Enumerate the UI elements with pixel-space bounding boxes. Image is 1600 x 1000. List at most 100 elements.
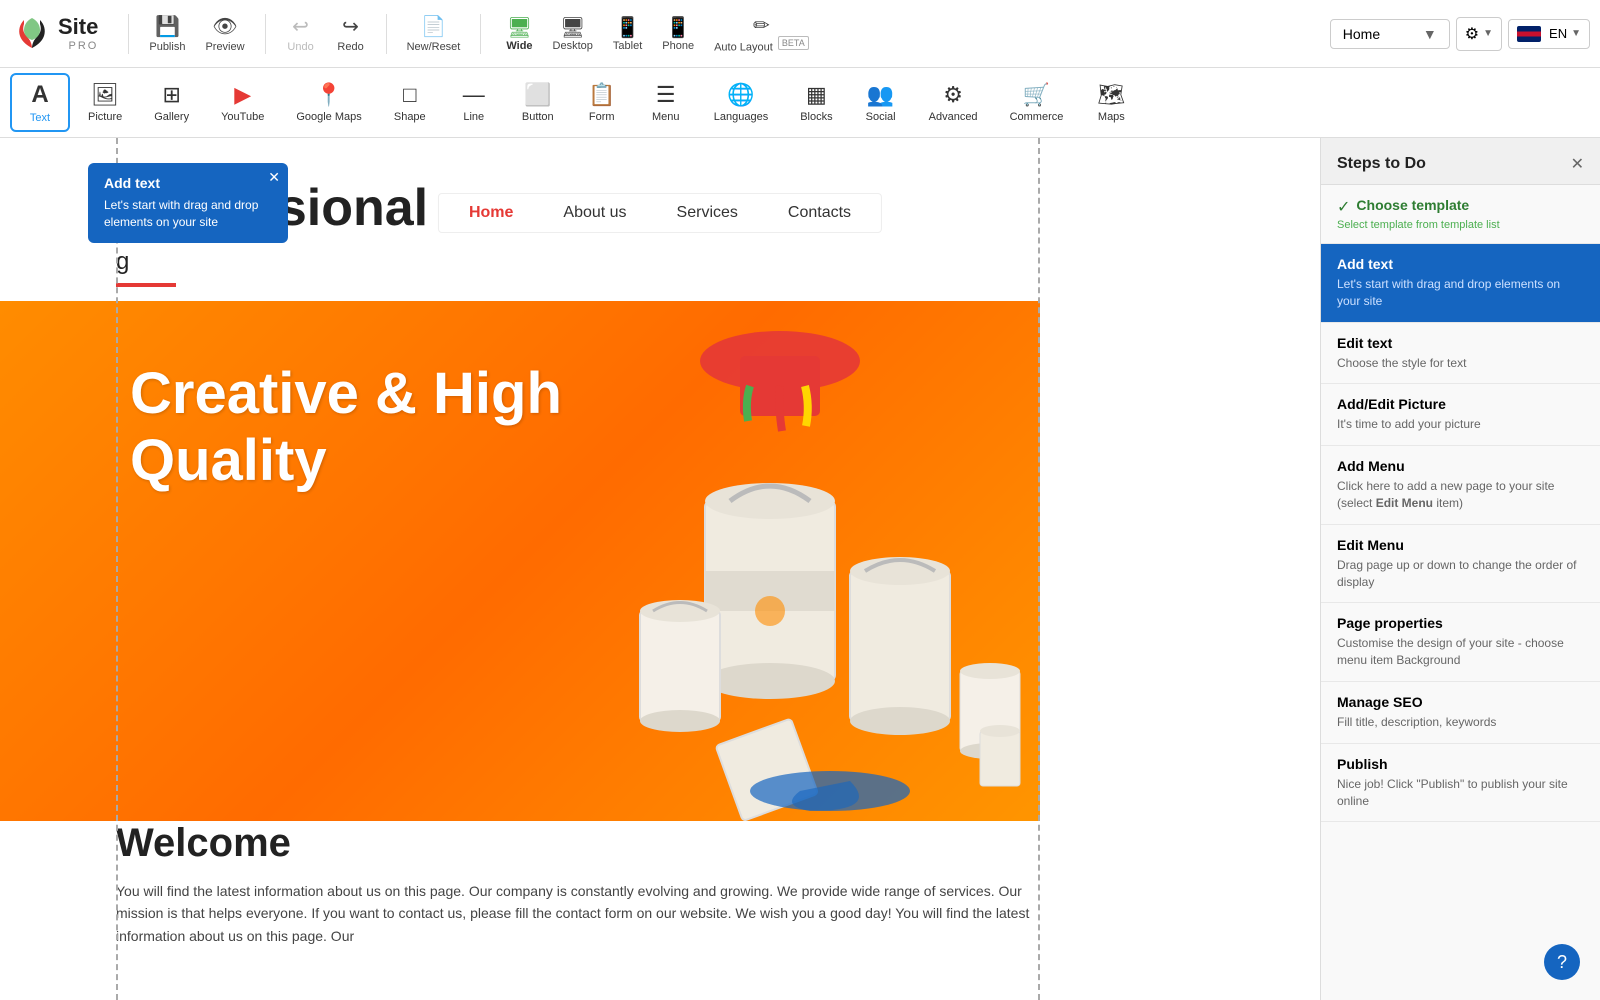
text-tool-icon: A	[31, 81, 48, 109]
logo: Site PRO	[10, 12, 98, 56]
step-choose-template-sub: Select template from template list	[1337, 219, 1584, 231]
advanced-tool-icon: ⚙	[943, 82, 963, 108]
page-dropdown[interactable]: Home ▼	[1330, 19, 1450, 49]
tool-youtube[interactable]: ▶ YouTube	[207, 76, 278, 129]
logo-text: Site PRO	[58, 15, 98, 51]
desktop-icon: 🖥	[560, 15, 585, 40]
googlemaps-tool-label: Google Maps	[296, 111, 361, 123]
tool-advanced[interactable]: ⚙ Advanced	[915, 76, 992, 129]
new-reset-icon: 📄	[421, 14, 446, 39]
auto-layout-icon: ✏	[753, 13, 770, 38]
step-manage-seo[interactable]: Manage SEO Fill title, description, keyw…	[1321, 682, 1600, 744]
add-text-tooltip: ✕ Add text Let's start with drag and dro…	[88, 163, 288, 243]
redo-button[interactable]: ↪ Redo	[326, 10, 376, 57]
languages-tool-label: Languages	[714, 111, 768, 123]
divider-2	[265, 14, 266, 54]
professional-sub: g	[116, 248, 129, 276]
tooltip-title: Add text	[104, 175, 272, 191]
nav-about[interactable]: About us	[563, 204, 626, 222]
tool-gallery[interactable]: ⊞ Gallery	[140, 76, 203, 129]
new-reset-button[interactable]: 📄 New/Reset	[397, 10, 471, 57]
tool-shape[interactable]: □ Shape	[380, 76, 440, 129]
youtube-tool-label: YouTube	[221, 111, 264, 123]
desktop-button[interactable]: 🖥 Desktop	[543, 11, 603, 56]
step-add-menu[interactable]: Add Menu Click here to add a new page to…	[1321, 446, 1600, 525]
settings-chevron-icon: ▼	[1483, 28, 1493, 39]
preview-button[interactable]: 👁 Preview	[195, 10, 254, 57]
step-edit-menu[interactable]: Edit Menu Drag page up or down to change…	[1321, 525, 1600, 604]
language-button[interactable]: EN ▼	[1508, 19, 1590, 49]
tool-blocks[interactable]: ▦ Blocks	[786, 76, 846, 129]
step-manage-seo-name: Manage SEO	[1337, 694, 1423, 710]
commerce-tool-icon: 🛒	[1023, 82, 1050, 108]
tool-commerce[interactable]: 🛒 Commerce	[996, 76, 1078, 129]
tool-maps[interactable]: 🗺 Maps	[1081, 76, 1141, 129]
second-toolbar: A Text 🖼 Picture ⊞ Gallery ▶ YouTube 📍 G…	[0, 68, 1600, 138]
flag-icon	[1517, 26, 1541, 42]
publish-button[interactable]: 💾 Publish	[139, 10, 195, 57]
tool-social[interactable]: 👥 Social	[851, 76, 911, 129]
button-tool-label: Button	[522, 111, 554, 123]
nav-contacts[interactable]: Contacts	[788, 204, 851, 222]
undo-icon: ↩	[292, 14, 309, 39]
tool-button[interactable]: ⬜ Button	[508, 76, 568, 129]
phone-button[interactable]: 📱 Phone	[652, 11, 704, 56]
tablet-button[interactable]: 📱 Tablet	[603, 11, 652, 56]
settings-button[interactable]: ⚙ ▼	[1456, 17, 1502, 51]
auto-layout-button[interactable]: ✏ Auto Layout BETA	[704, 9, 819, 58]
tool-languages[interactable]: 🌐 Languages	[700, 76, 782, 129]
welcome-title[interactable]: Welcome	[116, 821, 1040, 866]
social-tool-icon: 👥	[867, 82, 894, 108]
shape-tool-label: Shape	[394, 111, 426, 123]
step-page-properties[interactable]: Page properties Customise the design of …	[1321, 603, 1600, 682]
tool-line[interactable]: — Line	[444, 76, 504, 129]
guide-right	[1038, 138, 1040, 1000]
tool-picture[interactable]: 🖼 Picture	[74, 76, 136, 129]
social-tool-label: Social	[866, 111, 896, 123]
tool-form[interactable]: 📋 Form	[572, 76, 632, 129]
step-edit-text-desc: Choose the style for text	[1337, 355, 1584, 372]
canvas[interactable]: Professional g Home About us Services Co…	[0, 138, 1320, 1000]
wide-button[interactable]: 🖥 Wide	[496, 11, 542, 56]
tablet-icon: 📱	[615, 15, 640, 40]
step-edit-menu-name: Edit Menu	[1337, 537, 1404, 553]
hero-heading[interactable]: Creative & High Quality	[130, 361, 562, 494]
logo-pro-label: PRO	[58, 40, 98, 52]
undo-redo-group: ↩ Undo ↪ Redo	[276, 10, 376, 57]
step-choose-template-name: Choose template	[1356, 197, 1469, 213]
checkmark-icon: ✓	[1337, 197, 1350, 217]
nav-services[interactable]: Services	[677, 204, 738, 222]
tool-text[interactable]: A Text	[10, 73, 70, 132]
divider-1	[128, 14, 129, 54]
nav-home[interactable]: Home	[469, 204, 513, 222]
googlemaps-tool-icon: 📍	[315, 82, 342, 108]
welcome-section: Welcome You will find the latest informa…	[116, 821, 1040, 947]
page-dropdown-label: Home	[1343, 26, 1380, 42]
picture-tool-icon: 🖼	[91, 82, 119, 108]
blocks-tool-label: Blocks	[800, 111, 832, 123]
tool-googlemaps[interactable]: 📍 Google Maps	[282, 76, 375, 129]
steps-close-button[interactable]: ✕	[1571, 154, 1584, 174]
device-group: 🖥 Wide 🖥 Desktop 📱 Tablet 📱 Phone ✏ Auto…	[496, 9, 818, 58]
phone-label: Phone	[662, 40, 694, 52]
divider-4	[480, 14, 481, 54]
help-button[interactable]: ?	[1544, 944, 1580, 980]
main-area: Professional g Home About us Services Co…	[0, 138, 1600, 1000]
step-add-edit-picture-desc: It's time to add your picture	[1337, 416, 1584, 433]
phone-icon: 📱	[666, 15, 691, 40]
form-tool-label: Form	[589, 111, 615, 123]
undo-button[interactable]: ↩ Undo	[276, 10, 326, 57]
step-publish[interactable]: Publish Nice job! Click "Publish" to pub…	[1321, 744, 1600, 823]
step-edit-text[interactable]: Edit text Choose the style for text	[1321, 323, 1600, 385]
divider-3	[386, 14, 387, 54]
step-add-menu-name: Add Menu	[1337, 458, 1405, 474]
top-toolbar: Site PRO 💾 Publish 👁 Preview ↩ Undo ↪ Re…	[0, 0, 1600, 68]
new-reset-label: New/Reset	[407, 41, 461, 53]
tool-menu[interactable]: ☰ Menu	[636, 76, 696, 129]
step-choose-template[interactable]: ✓ Choose template Select template from t…	[1321, 185, 1600, 244]
lang-chevron-icon: ▼	[1571, 28, 1581, 39]
tooltip-close-button[interactable]: ✕	[268, 169, 280, 186]
step-add-text[interactable]: Add text Let's start with drag and drop …	[1321, 244, 1600, 323]
commerce-tool-label: Commerce	[1010, 111, 1064, 123]
step-add-edit-picture[interactable]: Add/Edit Picture It's time to add your p…	[1321, 384, 1600, 446]
